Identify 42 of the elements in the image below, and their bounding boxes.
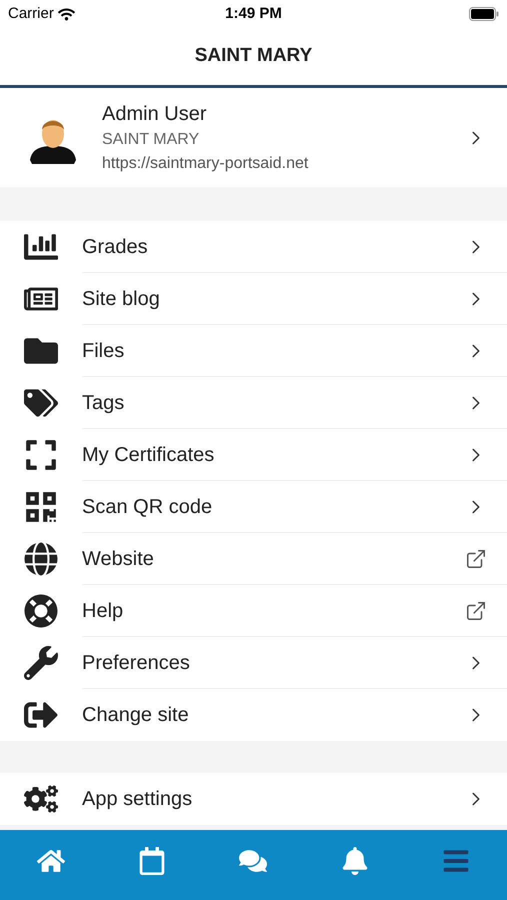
external-link-icon	[465, 548, 487, 570]
carrier-label: Carrier	[8, 4, 54, 24]
menu-item[interactable]: Change site	[0, 689, 507, 741]
menu-item[interactable]: Preferences	[0, 637, 507, 689]
menu-label: Tags	[82, 390, 126, 416]
menu-label: App settings	[82, 787, 194, 812]
menu-item[interactable]: Scan QR code	[0, 481, 507, 533]
menu-item[interactable]: My Certificates	[0, 429, 507, 481]
menu-label: Website	[82, 546, 155, 572]
menu-item[interactable]: App settings	[0, 773, 507, 825]
menu-item[interactable]: Files	[0, 325, 507, 377]
globe-icon	[24, 542, 58, 576]
status-time: 1:49 PM	[225, 4, 282, 24]
menu-label: Help	[82, 598, 124, 624]
menu-label: Files	[82, 338, 126, 364]
qr-code-icon	[24, 490, 58, 524]
chat-bubbles-icon	[239, 847, 268, 875]
menu-label: Grades	[82, 234, 149, 260]
menu-item[interactable]: Grades	[0, 221, 507, 273]
calendar-icon	[138, 847, 166, 875]
external-link-icon	[465, 600, 487, 622]
menu-item[interactable]: Site blog	[0, 273, 507, 325]
menu-label: Preferences	[82, 650, 191, 676]
menu-label: My Certificates	[82, 442, 216, 468]
user-name: Admin User	[102, 102, 208, 126]
life-ring-icon	[24, 594, 58, 628]
battery-icon	[468, 7, 499, 21]
bell-icon	[340, 847, 369, 875]
page-title: SAINT MARY	[194, 44, 312, 68]
wifi-icon	[58, 6, 75, 22]
profile-card[interactable]: Admin User SAINT MARY https://saintmary-portsaid.net	[0, 88, 507, 187]
site-name: SAINT MARY	[102, 130, 200, 150]
menu-item[interactable]: Tags	[0, 377, 507, 429]
site-url: https://saintmary-portsaid.net	[102, 154, 310, 174]
menu-label: Change site	[82, 703, 190, 728]
menu-item[interactable]: Help	[0, 585, 507, 637]
menu-item[interactable]: Website	[0, 533, 507, 585]
frame-corners-icon	[24, 438, 58, 472]
home-icon	[36, 847, 65, 875]
wrench-icon	[24, 646, 58, 680]
menu-label: Site blog	[82, 286, 161, 312]
menu-label: Scan QR code	[82, 494, 214, 520]
